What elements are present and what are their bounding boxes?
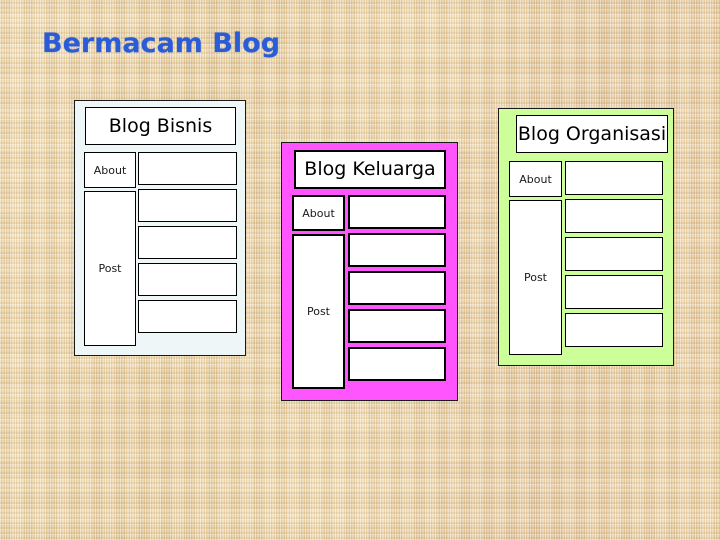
content-item-box xyxy=(348,233,446,267)
slide-content: Bermacam Blog Blog Bisnis About Post Blog K… xyxy=(0,0,720,540)
about-nav-box[interactable]: About xyxy=(84,152,136,188)
post-nav-label: Post xyxy=(306,305,330,318)
slide-canvas: Bermacam Blog Blog Bisnis About Post Blog K… xyxy=(0,0,720,540)
panel-title-box: Blog Bisnis xyxy=(85,107,236,145)
about-nav-label: About xyxy=(302,206,335,220)
about-nav-label: About xyxy=(519,172,552,186)
blog-panel-bisnis: Blog Bisnis About Post xyxy=(74,100,246,356)
post-nav-box[interactable]: Post xyxy=(292,234,345,389)
panel-title-text: Blog Bisnis xyxy=(108,114,213,137)
content-item-box xyxy=(348,347,446,381)
blog-panel-organisasi: Blog Organisasi About Post xyxy=(498,108,674,366)
post-nav-label: Post xyxy=(98,262,122,275)
post-nav-label: Post xyxy=(523,271,547,284)
post-nav-box[interactable]: Post xyxy=(509,200,562,355)
content-item-box xyxy=(138,263,237,296)
content-item-box xyxy=(565,237,663,271)
content-item-box xyxy=(348,309,446,343)
panel-title-text: Blog Keluarga xyxy=(304,158,436,180)
content-item-box xyxy=(565,313,663,347)
about-nav-box[interactable]: About xyxy=(509,161,562,197)
content-item-box xyxy=(348,271,446,305)
panel-title-box: Blog Keluarga xyxy=(294,150,446,189)
page-title: Bermacam Blog xyxy=(42,28,281,59)
content-item-box xyxy=(565,199,663,233)
blog-panel-keluarga: Blog Keluarga About Post xyxy=(281,142,458,401)
about-nav-box[interactable]: About xyxy=(292,195,345,231)
panel-title-box: Blog Organisasi xyxy=(516,115,668,153)
content-item-box xyxy=(348,195,446,229)
content-item-box xyxy=(138,152,237,185)
content-item-box xyxy=(138,300,237,333)
content-item-box xyxy=(565,275,663,309)
content-item-box xyxy=(138,189,237,222)
content-item-box xyxy=(138,226,237,259)
post-nav-box[interactable]: Post xyxy=(84,191,136,346)
content-item-box xyxy=(565,161,663,195)
about-nav-label: About xyxy=(93,163,127,177)
panel-title-text: Blog Organisasi xyxy=(517,122,667,145)
